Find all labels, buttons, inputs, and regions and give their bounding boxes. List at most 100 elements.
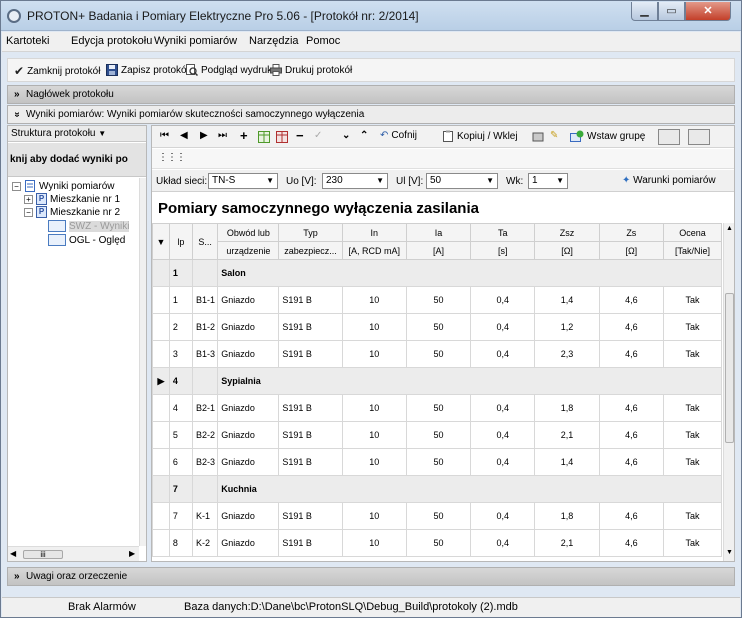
cell-type[interactable]: S191 B	[278, 394, 343, 422]
cell-lp[interactable]: 8	[168, 529, 194, 557]
cell-lp[interactable]: 4	[168, 394, 194, 422]
header-section-bar[interactable]: » Nagłówek protokołu	[7, 85, 735, 104]
cell-s[interactable]: K-2	[192, 529, 219, 557]
tools-icon[interactable]	[532, 131, 544, 143]
cell-type[interactable]: S191 B	[278, 340, 343, 368]
add-table-icon[interactable]	[258, 131, 270, 143]
cell-s[interactable]	[192, 259, 219, 287]
group-name[interactable]: Kuchnia	[217, 475, 722, 503]
cell-lp[interactable]: 5	[168, 421, 194, 449]
scroll-left-icon[interactable]: ◀	[10, 549, 16, 558]
table-row[interactable]: 3 B1-3 Gniazdo S191 B 10 50 0,4 2,3 4,6 Tak	[152, 340, 723, 368]
row-indicator[interactable]	[152, 421, 170, 449]
cell-type[interactable]: S191 B	[278, 313, 343, 341]
close-button[interactable]: ✕	[685, 2, 731, 21]
cell-ocena[interactable]: Tak	[662, 340, 723, 368]
column-header-ta[interactable]: Ta	[470, 223, 536, 242]
cell-in[interactable]: 10	[341, 394, 407, 422]
cell-ocena[interactable]: Tak	[662, 448, 723, 476]
tree-item-mieszkanie-2[interactable]: − P Mieszkanie nr 2	[24, 206, 120, 218]
cell-zs[interactable]: 4,6	[598, 340, 664, 368]
previous-record-icon[interactable]: ◀	[180, 130, 188, 141]
grid-dots-icon[interactable]: ⋮⋮⋮	[158, 152, 186, 163]
print-preview-button[interactable]: Podgląd wydruku	[186, 64, 278, 76]
cell-type[interactable]: S191 B	[278, 286, 343, 314]
table-row[interactable]: 1 B1-1 Gniazdo S191 B 10 50 0,4 1,4 4,6 Tak	[152, 286, 723, 314]
sort-icon[interactable]: ▼	[152, 223, 170, 260]
cell-ocena[interactable]: Tak	[662, 394, 723, 422]
cell-ocena[interactable]: Tak	[662, 313, 723, 341]
cell-ocena[interactable]: Tak	[662, 286, 723, 314]
cell-circuit[interactable]: Gniazdo	[217, 421, 280, 449]
cell-in[interactable]: 10	[341, 448, 407, 476]
cell-ta[interactable]: 0,4	[470, 286, 536, 314]
cell-s[interactable]	[192, 475, 219, 503]
minimize-button[interactable]: ▁	[631, 2, 658, 21]
menu-pomoc[interactable]: Pomoc	[306, 35, 340, 47]
confirm-icon[interactable]: ✓	[314, 130, 322, 141]
print-protocol-button[interactable]: Drukuj protokół	[270, 64, 352, 76]
remove-table-icon[interactable]	[276, 131, 288, 143]
column-header-typ[interactable]: Typ	[278, 223, 343, 242]
uo-select[interactable]: 230	[322, 173, 388, 189]
row-indicator[interactable]	[152, 448, 170, 476]
table-vertical-scrollbar[interactable]: ▲ ▼	[723, 223, 734, 561]
row-indicator[interactable]	[152, 259, 170, 287]
table-row[interactable]: 6 B2-3 Gniazdo S191 B 10 50 0,4 1,4 4,6 Tak	[152, 448, 723, 476]
cell-in[interactable]: 10	[341, 313, 407, 341]
maximize-button[interactable]: ▭	[658, 2, 685, 21]
structure-dropdown[interactable]: Struktura protokołu ▼	[8, 126, 146, 142]
move-up-icon[interactable]: ⌃	[360, 130, 368, 141]
row-indicator[interactable]	[152, 313, 170, 341]
column-header-ia[interactable]: Ia	[405, 223, 472, 242]
scroll-up-icon[interactable]: ▲	[725, 225, 734, 232]
scroll-thumb[interactable]: iii	[23, 550, 63, 559]
cell-zs[interactable]: 4,6	[598, 421, 664, 449]
add-record-icon[interactable]: +	[240, 128, 248, 143]
cell-zs[interactable]: 4,6	[598, 313, 664, 341]
cell-zs[interactable]: 4,6	[598, 502, 664, 530]
add-results-button[interactable]: knij aby dodać wyniki po	[8, 143, 146, 177]
cell-s[interactable]: B2-3	[192, 448, 219, 476]
group-row[interactable]: ▶ 4 Sypialnia	[152, 367, 722, 395]
scroll-down-icon[interactable]: ▼	[725, 549, 734, 556]
cell-in[interactable]: 10	[341, 286, 407, 314]
cell-type[interactable]: S191 B	[278, 529, 343, 557]
menu-wyniki-pomiarow[interactable]: Wyniki pomiarów	[154, 35, 237, 47]
menu-edycja-protokolu[interactable]: Edycja protokołu	[71, 35, 152, 47]
results-section-bar[interactable]: » Wyniki pomiarów: Wyniki pomiarów skute…	[7, 105, 735, 124]
cell-ia[interactable]: 50	[405, 394, 472, 422]
column-header-obwod[interactable]: Obwód lub	[217, 223, 280, 242]
cell-lp[interactable]: 1	[168, 259, 194, 287]
cell-zsz[interactable]: 2,3	[534, 340, 600, 368]
table-row[interactable]: 8 K-2 Gniazdo S191 B 10 50 0,4 2,1 4,6 Tak	[152, 529, 723, 557]
cell-lp[interactable]: 3	[168, 340, 194, 368]
cell-ia[interactable]: 50	[405, 286, 472, 314]
row-indicator[interactable]	[152, 502, 170, 530]
column-header-zsz[interactable]: Zsz	[534, 223, 600, 242]
cell-type[interactable]: S191 B	[278, 448, 343, 476]
cell-zsz[interactable]: 1,4	[534, 286, 600, 314]
cell-in[interactable]: 10	[341, 502, 407, 530]
cell-ta[interactable]: 0,4	[470, 448, 536, 476]
undo-button[interactable]: ↶ Cofnij	[380, 130, 417, 141]
cell-circuit[interactable]: Gniazdo	[217, 313, 280, 341]
cell-circuit[interactable]: Gniazdo	[217, 394, 280, 422]
delete-record-icon[interactable]: −	[296, 128, 304, 143]
cell-ta[interactable]: 0,4	[470, 394, 536, 422]
cell-type[interactable]: S191 B	[278, 502, 343, 530]
menu-kartoteki[interactable]: Kartoteki	[6, 35, 49, 47]
cell-zs[interactable]: 4,6	[598, 448, 664, 476]
tree-item-mieszkanie-1[interactable]: + P Mieszkanie nr 1	[24, 193, 120, 205]
row-indicator[interactable]	[152, 529, 170, 557]
row-indicator[interactable]	[152, 286, 170, 314]
cell-zs[interactable]: 4,6	[598, 286, 664, 314]
cell-ta[interactable]: 0,4	[470, 529, 536, 557]
network-select[interactable]: TN-S	[208, 173, 278, 189]
menu-narzedzia[interactable]: Narzędzia	[249, 35, 299, 47]
cell-ocena[interactable]: Tak	[662, 529, 723, 557]
cell-ocena[interactable]: Tak	[662, 421, 723, 449]
cell-in[interactable]: 10	[341, 340, 407, 368]
cell-zsz[interactable]: 1,8	[534, 394, 600, 422]
cell-lp[interactable]: 4	[168, 367, 194, 395]
